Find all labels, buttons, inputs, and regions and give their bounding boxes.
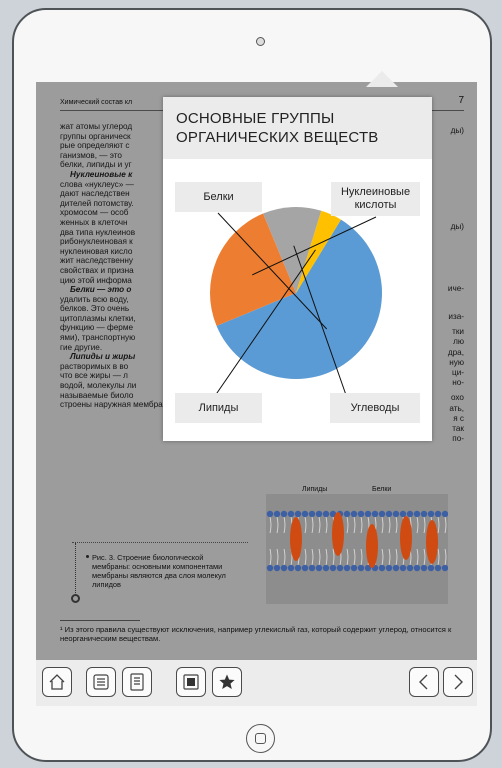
slice-label-proteins: Белки: [175, 182, 262, 212]
contents-button[interactable]: [86, 667, 116, 697]
body-text-fragment: лю: [453, 337, 464, 346]
home-icon: [49, 674, 65, 690]
body-text-fragment: так: [452, 424, 464, 433]
body-text-fragment: ды): [450, 126, 464, 135]
membrane-figure: Липиды Белки: [266, 486, 449, 604]
body-text-fragment: дра,: [447, 348, 464, 357]
body-text-fragment: ать,: [449, 404, 464, 413]
list-icon: [93, 674, 109, 690]
body-text-fragment: тки: [452, 327, 464, 336]
figure-label-proteins: Белки: [372, 486, 392, 493]
figure-caption-text: Рис. 3. Строение биологической мембраны:…: [92, 553, 226, 589]
page-number: 7: [458, 95, 464, 106]
footnote: ¹ Из этого правила существуют исключения…: [60, 625, 452, 644]
star-icon: [219, 674, 235, 689]
body-text-fragment: иза-: [448, 312, 464, 321]
bookmark-icon: [183, 674, 199, 690]
bookmark-button[interactable]: [176, 667, 206, 697]
pie-chart: [196, 207, 382, 423]
body-text-fragment: ды): [450, 222, 464, 231]
notes-button[interactable]: [122, 667, 152, 697]
figure-label-lipids: Липиды: [302, 486, 328, 493]
body-text-fragment: но-: [452, 378, 464, 387]
body-text-fragment: я с: [453, 414, 464, 423]
chevron-right-icon: [454, 674, 463, 690]
device-home-button[interactable]: [246, 724, 275, 753]
slice-label-carbohydrates: Углеводы: [330, 393, 420, 423]
popup-arrow: [366, 71, 398, 87]
page-header-title: Химический состав кл: [60, 99, 133, 106]
body-text-fragment: по-: [452, 434, 464, 443]
body-text-fragment: охо: [450, 393, 464, 402]
bottom-toolbar: [36, 660, 477, 706]
figure-caption: Рис. 3. Строение биологической мембраны:…: [71, 542, 248, 607]
camera-icon: [256, 37, 265, 46]
chevron-left-icon: [419, 674, 428, 690]
favorites-button[interactable]: [212, 667, 242, 697]
next-page-button[interactable]: [443, 667, 473, 697]
slice-label-lipids: Липиды: [175, 393, 262, 423]
caption-marker-icon: [71, 594, 80, 603]
body-text-fragment: ци-: [452, 368, 464, 377]
slice-label-nucleic-acids: Нуклеиновые кислоты: [331, 182, 420, 216]
prev-page-button[interactable]: [409, 667, 439, 697]
membrane-illustration: [266, 510, 449, 572]
document-icon: [130, 673, 144, 691]
body-text-fragment: иче-: [447, 284, 464, 293]
body-text-fragment: ную: [449, 358, 464, 367]
home-nav-button[interactable]: [42, 667, 72, 697]
chart-popup: ОСНОВНЫЕ ГРУППЫ ОРГАНИЧЕСКИХ ВЕЩЕСТВ Бел…: [163, 97, 432, 441]
